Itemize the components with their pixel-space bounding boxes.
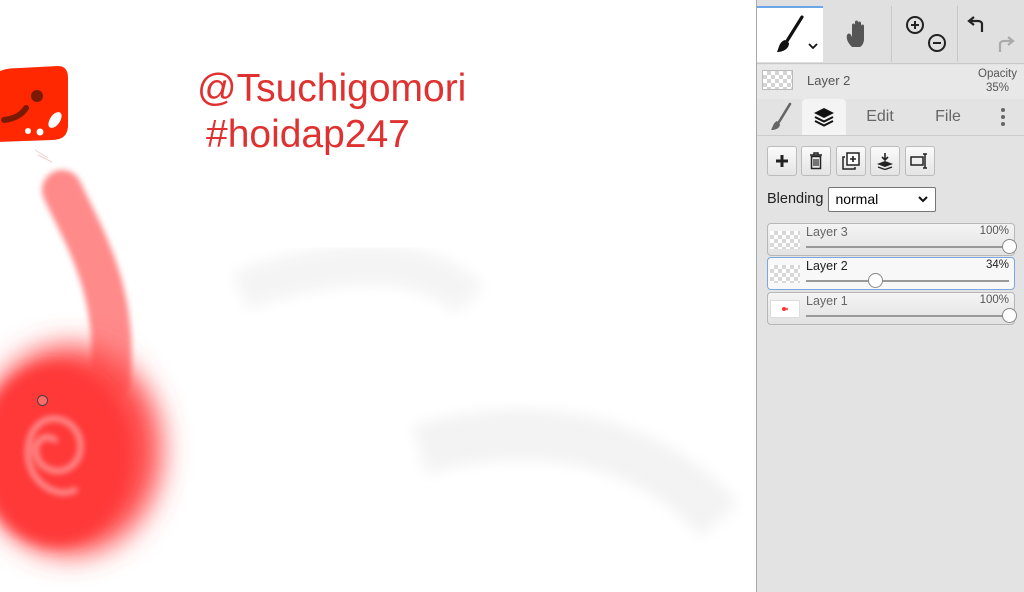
active-layer-info: Layer 2 Opacity 35% [757, 65, 1024, 99]
active-layer-opacity: Opacity 35% [978, 67, 1017, 95]
tab-brush[interactable] [761, 99, 801, 135]
more-vertical-icon [1001, 108, 1005, 126]
brush-icon [771, 102, 792, 130]
blending-select[interactable]: normal [828, 186, 937, 212]
history-controls [957, 6, 1023, 62]
layer-name: Layer 1 [806, 294, 848, 308]
zoom-controls [891, 6, 957, 62]
slider-thumb[interactable] [868, 273, 884, 288]
layer-thumbnail [770, 300, 800, 318]
panel-tabs: Edit File [757, 99, 1024, 135]
layer-opacity: 34% [985, 259, 1009, 271]
hand-icon [846, 20, 864, 47]
side-panel: Layer 2 Opacity 35% Edit File Blending n… [756, 0, 1024, 592]
duplicate-layer-button[interactable] [836, 146, 866, 176]
layers-icon [814, 108, 834, 127]
handle-text: @Tsuchigomori [197, 67, 467, 110]
tab-edit[interactable]: Edit [855, 99, 905, 135]
chevron-down-icon [918, 195, 929, 202]
zoom-in-icon [905, 16, 924, 34]
brush-cursor [37, 395, 48, 406]
brush-icon [777, 15, 804, 52]
layer-opacity: 100% [979, 225, 1009, 237]
delete-layer-button[interactable] [801, 146, 831, 176]
layer-item-2[interactable]: Layer 2 34% [767, 257, 1015, 290]
red-logo-shape [0, 66, 68, 142]
blending-row: Blending normal [767, 186, 937, 212]
layer-item-3[interactable]: Layer 3 100% [767, 223, 1017, 256]
more-options-button[interactable] [987, 99, 1019, 135]
layers-panel: Blending normal Layer 3 100% Layer 2 34% [757, 135, 1024, 592]
undo-icon [966, 16, 983, 32]
transform-icon [910, 153, 927, 169]
layer-opacity: 100% [979, 294, 1009, 306]
layer-thumbnail [770, 265, 800, 283]
trash-icon [810, 152, 822, 170]
tab-layers[interactable] [802, 99, 846, 135]
chevron-down-icon [808, 43, 818, 50]
tab-file[interactable]: File [923, 99, 973, 135]
layer-name: Layer 2 [806, 259, 848, 273]
zoom-out-icon [927, 34, 946, 52]
opacity-slider[interactable] [806, 273, 1009, 288]
redo-icon [998, 36, 1015, 52]
layer-thumbnail [770, 231, 800, 249]
brush-tool-button[interactable] [757, 6, 823, 62]
transform-button[interactable] [905, 146, 935, 176]
drawing-canvas[interactable]: @Tsuchigomori #hoidap247 [0, 0, 757, 592]
active-layer-name: Layer 2 [807, 73, 851, 88]
add-layer-button[interactable] [767, 146, 797, 176]
layer-name: Layer 3 [806, 225, 848, 239]
blending-value: normal [835, 191, 879, 207]
opacity-slider[interactable] [806, 239, 1017, 254]
merge-down-button[interactable] [870, 146, 900, 176]
blending-label: Blending [767, 191, 824, 207]
slider-thumb[interactable] [1002, 239, 1017, 254]
active-layer-thumbnail [762, 70, 793, 90]
opacity-slider[interactable] [806, 308, 1017, 323]
layer-item-1[interactable]: Layer 1 100% [767, 292, 1017, 325]
plus-icon [776, 155, 788, 167]
slider-thumb[interactable] [1002, 308, 1017, 323]
hand-tool-button[interactable] [825, 6, 891, 62]
merge-down-icon [877, 153, 893, 170]
hashtag-text: #hoidap247 [206, 113, 410, 156]
opacity-label: Opacity [978, 68, 1017, 80]
duplicate-icon [842, 152, 860, 170]
opacity-value: 35% [985, 82, 1010, 94]
toolbar [757, 0, 1024, 64]
